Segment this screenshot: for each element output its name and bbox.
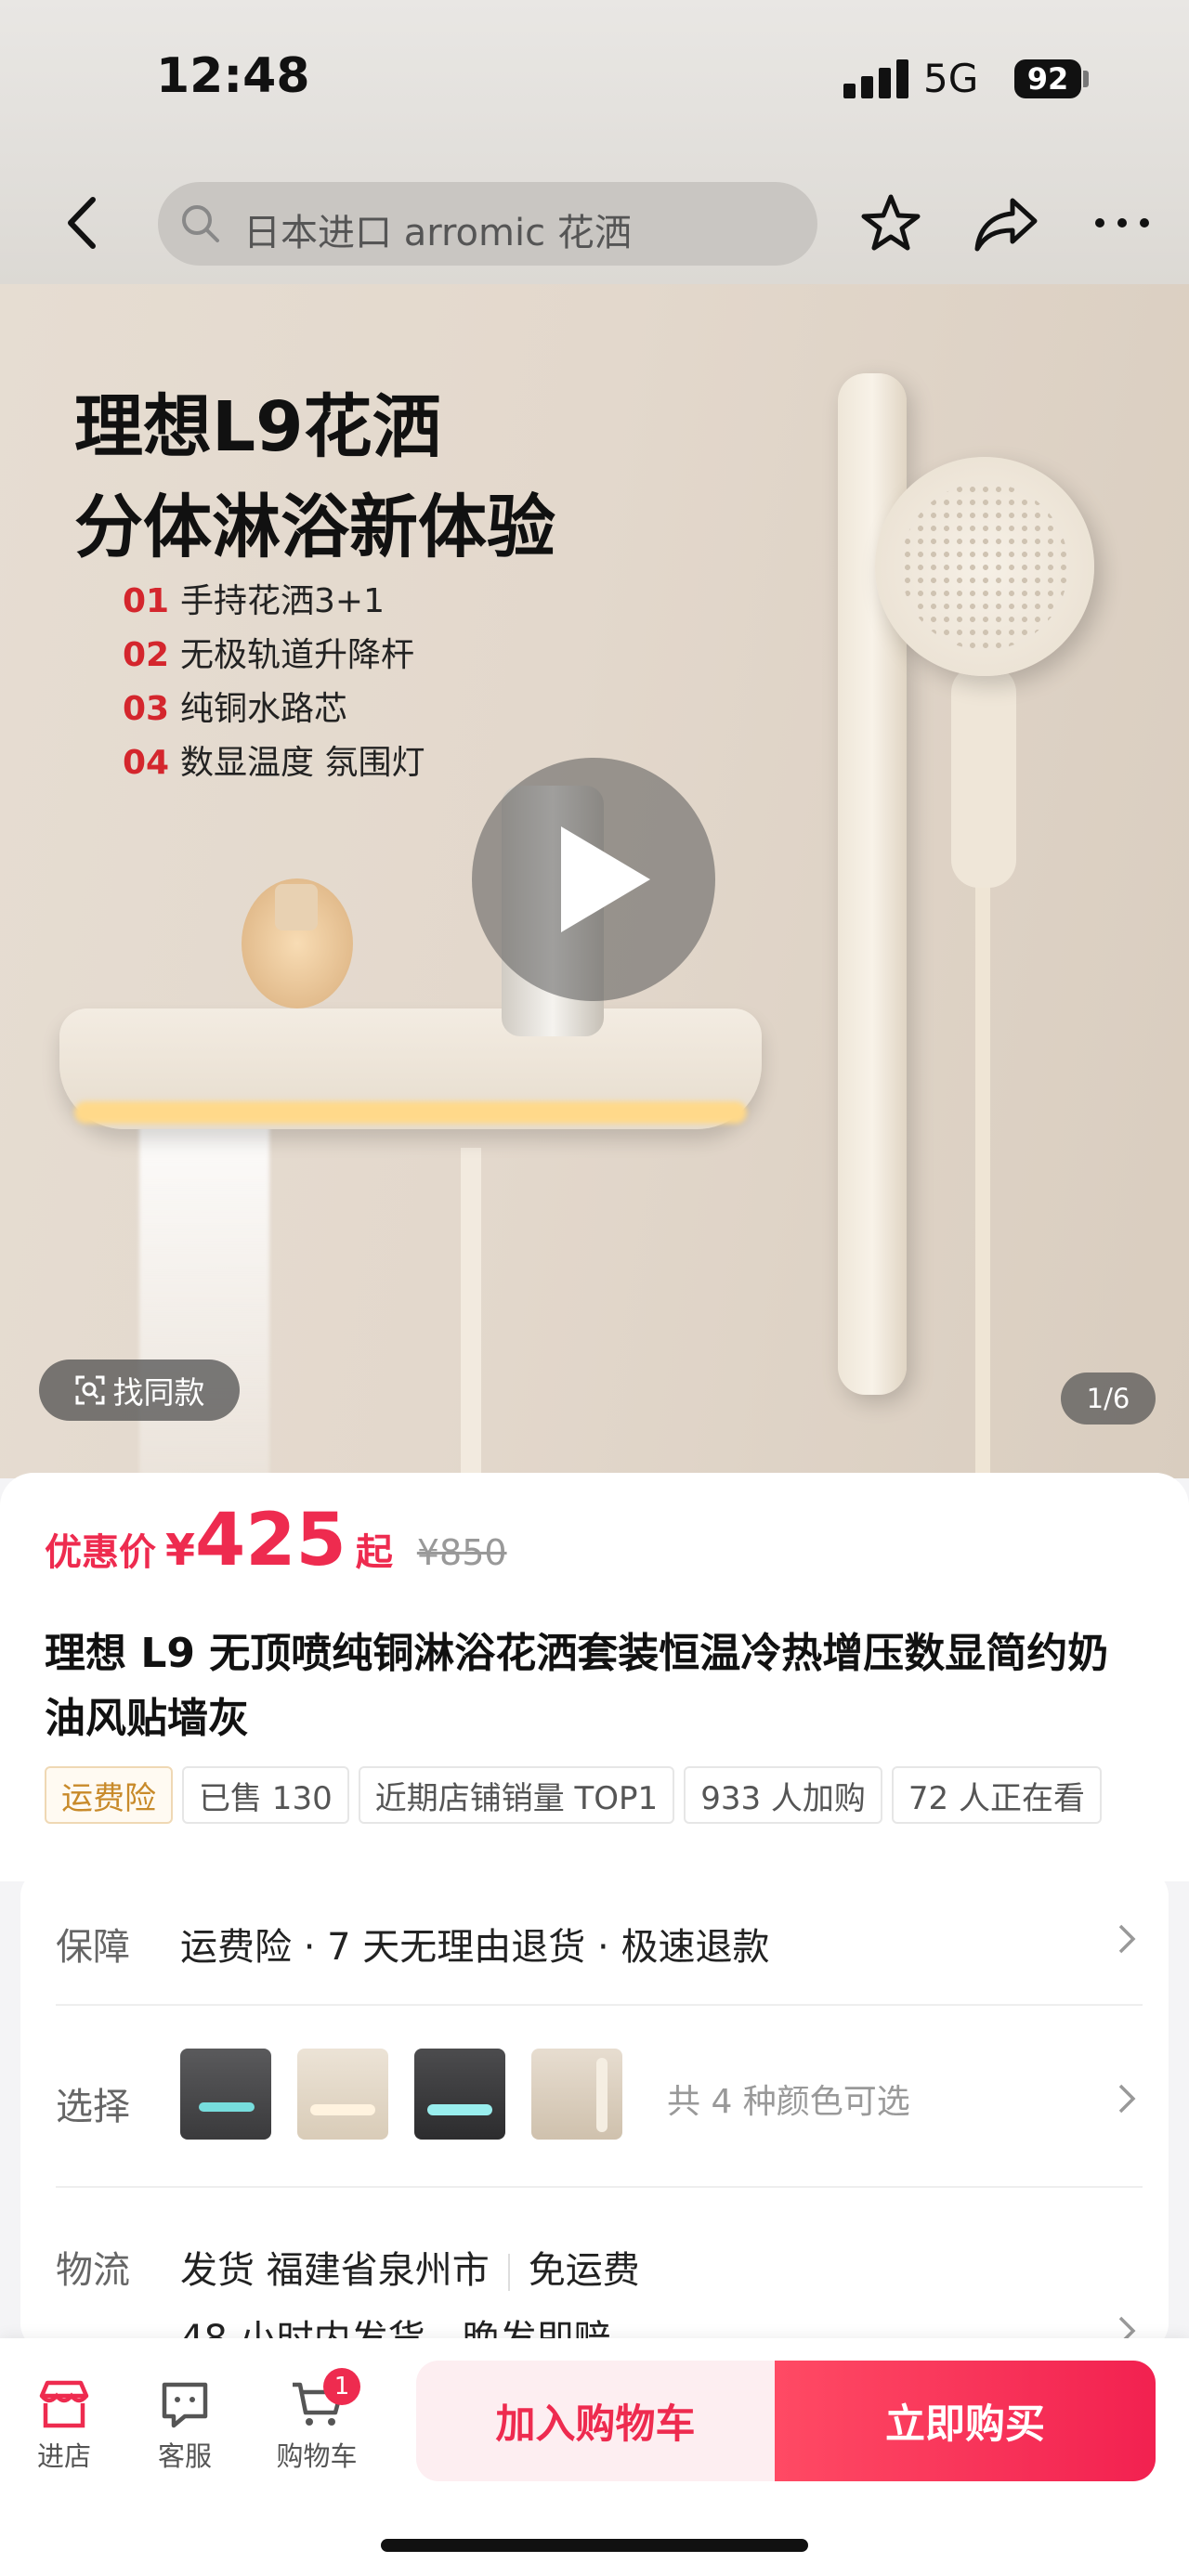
play-icon: [561, 826, 650, 932]
more-icon: [1095, 218, 1149, 228]
shelf-pipe: [461, 1148, 481, 1478]
search-icon: [182, 205, 219, 242]
water-stream: [139, 1120, 269, 1478]
tag-shipping-insurance: 运费险: [45, 1766, 173, 1824]
more-button[interactable]: [1092, 214, 1152, 232]
guarantee-label: 保障: [56, 1926, 130, 1969]
feature-num: 04: [123, 744, 170, 782]
tag-list: 运费险 已售 130 近期店铺销量 TOP1 933 人加购 72 人正在看: [45, 1766, 1102, 1824]
customer-service-label: 客服: [157, 2440, 212, 2472]
service-card: 保障 运费险 · 7 天无理由退货 · 极速退款 选择 共 4 种颜色可选 物流…: [20, 1868, 1169, 2361]
store-button[interactable]: 进店: [13, 2377, 115, 2474]
buy-now-button[interactable]: 立即购买: [775, 2361, 1156, 2481]
share-button[interactable]: [972, 195, 1040, 253]
price-suffix: 起: [355, 1531, 393, 1574]
image-page-indicator: 1/6: [1061, 1373, 1156, 1425]
chat-icon: [162, 2382, 208, 2428]
original-price: ¥850: [416, 1532, 507, 1573]
logistics-info: 发货 福建省泉州市 免运费: [180, 2240, 640, 2294]
battery-icon: 92: [1014, 59, 1081, 98]
feature-num: 02: [123, 636, 170, 674]
color-thumbnails: [180, 2049, 622, 2140]
color-option-black[interactable]: [414, 2049, 505, 2140]
feature-num: 03: [123, 690, 170, 728]
product-title: 理想 L9 无顶喷纯铜淋浴花洒套装恒温冷热增压数显简约奶油风贴墙灰: [45, 1630, 1109, 1742]
color-count-text: 共 4 种颜色可选: [667, 2083, 910, 2121]
price-currency: ¥: [165, 1525, 196, 1575]
feature-text: 无极轨道升降杆: [180, 636, 415, 674]
store-label: 进店: [36, 2440, 91, 2472]
separator: [507, 2254, 510, 2291]
tag-top-sales: 近期店铺销量 TOP1: [358, 1766, 675, 1824]
store-icon: [39, 2380, 89, 2428]
price-row: 优惠价 ¥ 425 起 ¥850: [45, 1499, 507, 1582]
hero-title-line1: 理想L9花洒: [74, 387, 441, 467]
status-time: 12:48: [156, 48, 310, 104]
shower-head: [875, 457, 1094, 676]
product-image[interactable]: 理想L9花洒 分体淋浴新体验 01 手持花洒3+1 02 无极轨道升降杆 03 纯铜水…: [0, 284, 1189, 1478]
search-bar[interactable]: 日本进口 arromic 花洒: [158, 182, 817, 266]
hero-title-line2: 分体淋浴新体验: [74, 488, 555, 567]
favorite-button[interactable]: [858, 191, 923, 256]
color-option-beige[interactable]: [531, 2049, 622, 2140]
color-option-dark-gray[interactable]: [180, 2049, 271, 2140]
feature-item: 02 无极轨道升降杆: [123, 628, 425, 682]
price-label: 优惠价: [45, 1531, 156, 1574]
bottom-action-bar: 进店 客服 1 购物车 加入购物车 立即购买: [0, 2338, 1189, 2576]
signal-icon: [843, 59, 908, 98]
tag-added-to-cart: 933 人加购: [684, 1766, 882, 1824]
logistics-fee: 免运费: [528, 2249, 640, 2292]
feature-num: 01: [123, 582, 170, 620]
network-label: 5G: [923, 56, 979, 101]
add-to-cart-button[interactable]: 加入购物车: [416, 2361, 775, 2481]
find-similar-button[interactable]: 找同款: [39, 1360, 240, 1421]
select-label: 选择: [56, 2086, 130, 2128]
customer-service-button[interactable]: 客服: [134, 2377, 236, 2474]
hero-title: 理想L9花洒 分体淋浴新体验: [74, 377, 555, 578]
feature-text: 手持花洒3+1: [180, 582, 385, 620]
feature-item: 04 数显温度 氛围灯: [123, 735, 425, 789]
feature-text: 数显温度 氛围灯: [180, 744, 425, 782]
feature-item: 03 纯铜水路芯: [123, 682, 425, 735]
chevron-right-icon: [1118, 1924, 1136, 1954]
cart-count-badge: 1: [323, 2368, 360, 2405]
logistics-label: 物流: [56, 2249, 130, 2292]
feature-text: 纯铜水路芯: [180, 690, 348, 728]
find-similar-label: 找同款: [112, 1374, 205, 1411]
shower-handle: [951, 665, 1016, 888]
shower-hose: [975, 878, 990, 1478]
home-indicator: [381, 2539, 808, 2552]
feature-item: 01 手持花洒3+1: [123, 574, 425, 628]
logistics-origin: 发货 福建省泉州市: [180, 2249, 490, 2292]
back-button[interactable]: [56, 190, 111, 255]
shelf-light: [74, 1101, 747, 1124]
star-icon: [861, 194, 921, 251]
perfume-cap: [275, 884, 318, 930]
guarantee-row[interactable]: 保障 运费险 · 7 天无理由退货 · 极速退款: [20, 1868, 1169, 2006]
chevron-right-icon: [1118, 2084, 1136, 2114]
top-bar: 12:48 5G 92 日本进口 arromic 花洒: [0, 0, 1189, 284]
chevron-left-icon: [68, 197, 96, 249]
cart-button[interactable]: 1 购物车: [266, 2368, 368, 2474]
feature-list: 01 手持花洒3+1 02 无极轨道升降杆 03 纯铜水路芯 04 数显温度 氛围灯: [123, 574, 425, 789]
tag-viewing: 72 人正在看: [891, 1766, 1102, 1824]
cart-label: 购物车: [276, 2440, 358, 2472]
product-info: 优惠价 ¥ 425 起 ¥850 理想 L9 无顶喷纯铜淋浴花洒套装恒温冷热增压…: [0, 1473, 1189, 1881]
tag-sold: 已售 130: [182, 1766, 349, 1824]
scan-icon: [75, 1375, 104, 1405]
play-video-button[interactable]: [472, 758, 715, 1001]
price-value: 425: [195, 1499, 346, 1582]
logistics-row[interactable]: 物流 发货 福建省泉州市免运费 48 小时内发货，晚发即赔: [20, 2188, 1169, 2361]
guarantee-text: 运费险 · 7 天无理由退货 · 极速退款: [180, 1926, 770, 1969]
search-text: 日本进口 arromic 花洒: [243, 212, 632, 254]
battery-tip: [1083, 71, 1089, 87]
color-option-cream[interactable]: [297, 2049, 388, 2140]
share-icon: [974, 198, 1038, 252]
